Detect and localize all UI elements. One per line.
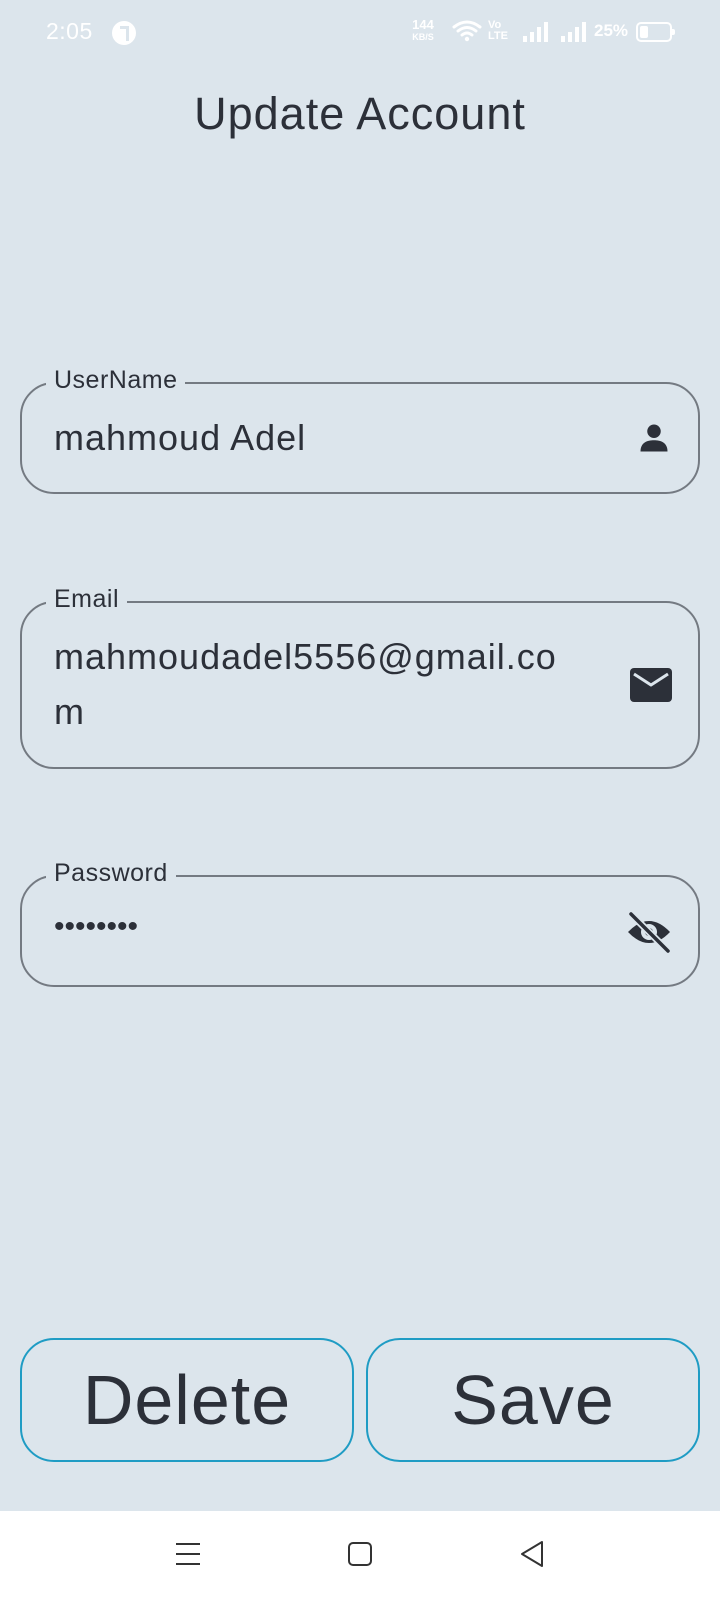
delete-button[interactable]: Delete [20,1338,354,1462]
visibility-off-icon[interactable] [626,911,672,953]
app-notification-icon [112,21,136,45]
volte-bottom-text: LTE [488,30,508,42]
back-icon[interactable] [518,1539,546,1569]
menu-icon[interactable] [174,1541,202,1567]
status-time: 2:05 [46,18,93,44]
network-speed-unit: KB/S [412,32,434,42]
wifi-icon [452,20,482,42]
signal-icon [523,22,548,42]
battery-percentage: 25% [594,21,629,40]
email-value[interactable]: mahmoudadel5556@gmail.com [54,629,574,739]
password-value[interactable]: •••••••• [54,899,138,954]
volte-icon: Vo LTE [488,20,512,42]
status-bar: 2:05 144 KB/S Vo LTE 25% [0,0,720,64]
email-label: Email [46,585,128,614]
signal-icon [561,22,586,42]
password-label: Password [46,859,176,888]
username-value[interactable]: mahmoud Adel [54,410,306,465]
mail-icon [630,668,672,702]
username-field[interactable]: UserName mahmoud Adel [20,366,700,494]
page-title: Update Account [194,88,526,139]
navigation-bar [0,1511,720,1600]
save-button[interactable]: Save [366,1338,700,1462]
home-icon[interactable] [347,1541,373,1567]
password-field[interactable]: Password •••••••• [20,859,700,987]
person-icon [640,424,668,452]
username-label: UserName [46,366,186,395]
network-speed-value: 144 [412,17,434,32]
email-field[interactable]: Email mahmoudadel5556@gmail.com [20,585,700,769]
battery-icon [636,22,675,42]
network-speed: 144 KB/S [406,17,440,43]
